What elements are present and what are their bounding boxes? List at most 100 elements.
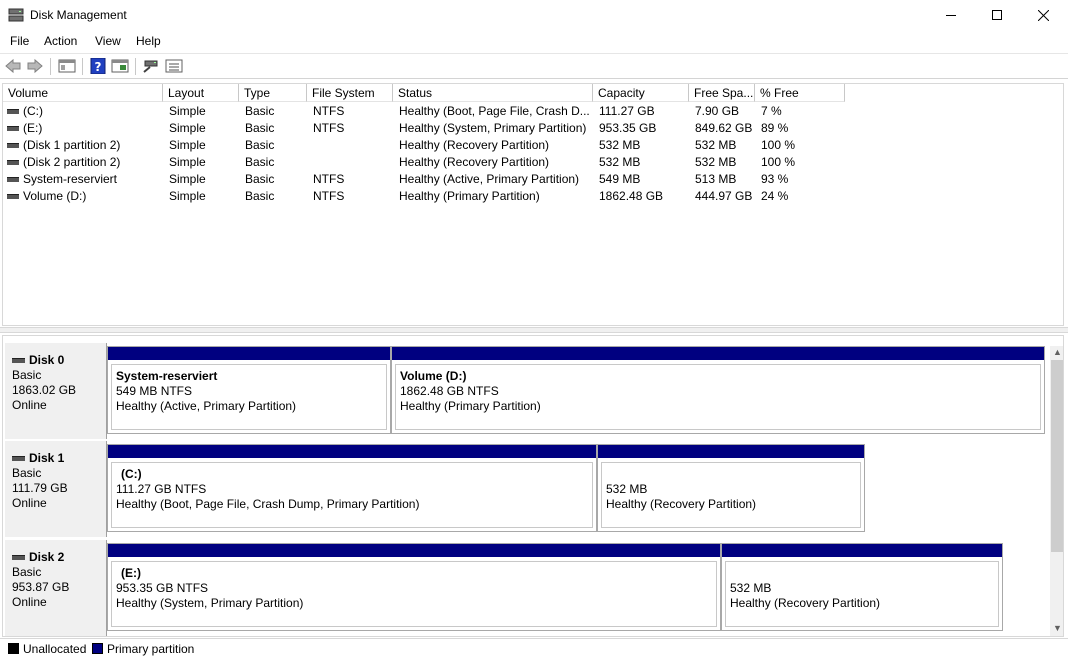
disk-2-size: 953.87 GB xyxy=(12,580,70,594)
scroll-down-icon[interactable]: ▼ xyxy=(1050,622,1063,634)
forward-icon[interactable] xyxy=(26,58,44,74)
col-file-system[interactable]: File System xyxy=(307,84,393,102)
disk-1-partition-recovery[interactable]: 532 MB Healthy (Recovery Partition) xyxy=(597,444,865,532)
title-bar: Disk Management xyxy=(0,0,1068,30)
disk-management-app-icon xyxy=(8,8,24,22)
cell-capacity: 532 MB xyxy=(599,155,641,169)
col-free-space[interactable]: Free Spa... xyxy=(689,84,755,102)
volume-icon xyxy=(7,160,19,165)
cell-fs: NTFS xyxy=(313,172,345,186)
disk-1-label[interactable]: Disk 1 Basic 111.79 GB Online xyxy=(5,441,107,537)
partition-name: (E:) xyxy=(121,566,141,580)
menu-file[interactable]: File xyxy=(10,34,29,48)
cell-capacity: 1862.48 GB xyxy=(599,189,664,203)
disk-0-partition-system-reserved[interactable]: System-reserviert 549 MB NTFS Healthy (A… xyxy=(107,346,391,434)
cell-volume: (C:) xyxy=(23,104,43,118)
cell-status: Healthy (Boot, Page File, Crash D... xyxy=(399,104,589,118)
connect-icon[interactable] xyxy=(142,58,160,74)
disk-2-label[interactable]: Disk 2 Basic 953.87 GB Online xyxy=(5,540,107,636)
disk-0-label[interactable]: Disk 0 Basic 1863.02 GB Online xyxy=(5,343,107,439)
disk-icon xyxy=(12,358,25,363)
disk-2-partition-recovery[interactable]: 532 MB Healthy (Recovery Partition) xyxy=(721,543,1003,631)
maximize-button[interactable] xyxy=(974,0,1020,30)
cell-type: Basic xyxy=(245,189,275,203)
help-icon[interactable]: ? xyxy=(89,58,107,74)
disk-1-state: Online xyxy=(12,496,47,510)
legend-primary-partition: Primary partition xyxy=(107,642,195,656)
table-row[interactable]: (Disk 2 partition 2) Simple Basic Healthy (… xyxy=(3,154,1063,171)
minimize-icon xyxy=(946,14,956,16)
pane-splitter[interactable] xyxy=(0,327,1068,333)
partition-status: Healthy (System, Primary Partition) xyxy=(116,596,304,610)
col-volume[interactable]: Volume xyxy=(3,84,163,102)
disk-0-size: 1863.02 GB xyxy=(12,383,77,397)
cell-volume: (Disk 1 partition 2) xyxy=(23,138,121,152)
primary-partition-swatch xyxy=(92,643,103,654)
col-status[interactable]: Status xyxy=(393,84,593,102)
partition-name xyxy=(730,566,994,581)
table-row[interactable]: (E:) Simple Basic NTFS Healthy (System, Prim… xyxy=(3,120,1063,137)
disk-0-type: Basic xyxy=(12,368,42,382)
partition-size: 532 MB xyxy=(606,482,648,496)
cell-pct: 7 % xyxy=(761,104,782,118)
back-icon[interactable] xyxy=(4,58,22,74)
cell-free: 849.62 GB xyxy=(695,121,753,135)
cell-volume: (E:) xyxy=(23,121,43,135)
table-row[interactable]: Volume (D:) Simple Basic NTFS Healthy (Prima… xyxy=(3,188,1063,205)
partition-status: Healthy (Boot, Page File, Crash Dump, Pr… xyxy=(116,497,420,511)
col-percent-free[interactable]: % Free xyxy=(755,84,845,102)
cell-status: Healthy (System, Primary Partition) xyxy=(399,121,587,135)
cell-pct: 93 % xyxy=(761,172,789,186)
disk-1-name: Disk 1 xyxy=(29,451,65,465)
partition-name: (C:) xyxy=(121,467,142,481)
close-button[interactable] xyxy=(1020,0,1066,30)
cell-fs: NTFS xyxy=(313,121,345,135)
console-list-icon[interactable] xyxy=(165,58,183,74)
partition-size: 1862.48 GB NTFS xyxy=(400,384,499,398)
col-type[interactable]: Type xyxy=(239,84,307,102)
cell-capacity: 549 MB xyxy=(599,172,641,186)
disk-0-partition-volume-d[interactable]: Volume (D:) 1862.48 GB NTFS Healthy (Pri… xyxy=(391,346,1045,434)
partition-body: (E:) 953.35 GB NTFS Healthy (System, Pri… xyxy=(111,561,717,627)
primary-partition-bar xyxy=(598,445,864,458)
cell-layout: Simple xyxy=(169,121,206,135)
partition-status: Healthy (Primary Partition) xyxy=(400,399,541,413)
volume-icon xyxy=(7,177,19,182)
disk-0-state: Online xyxy=(12,398,47,412)
menu-help[interactable]: Help xyxy=(136,34,161,48)
primary-partition-bar xyxy=(108,544,720,557)
cell-layout: Simple xyxy=(169,138,206,152)
disk-1-size: 111.79 GB xyxy=(12,481,68,495)
disk-2-state: Online xyxy=(12,595,47,609)
cell-type: Basic xyxy=(245,104,275,118)
menu-view[interactable]: View xyxy=(95,34,121,48)
table-row[interactable]: System-reserviert Simple Basic NTFS Healthy … xyxy=(3,171,1063,188)
properties-icon[interactable] xyxy=(111,58,129,74)
cell-layout: Simple xyxy=(169,172,206,186)
scrollbar-thumb[interactable] xyxy=(1051,360,1063,552)
scroll-up-icon[interactable]: ▲ xyxy=(1050,346,1063,358)
disk-map: Disk 0 Basic 1863.02 GB Online System-re… xyxy=(2,335,1064,637)
cell-status: Healthy (Active, Primary Partition) xyxy=(399,172,580,186)
minimize-button[interactable] xyxy=(928,0,974,30)
disk-2-name: Disk 2 xyxy=(29,550,65,564)
table-row[interactable]: (Disk 1 partition 2) Simple Basic Healthy (… xyxy=(3,137,1063,154)
disk-1-type: Basic xyxy=(12,466,42,480)
disk-2-partition-e[interactable]: (E:) 953.35 GB NTFS Healthy (System, Pri… xyxy=(107,543,721,631)
partition-body: System-reserviert 549 MB NTFS Healthy (A… xyxy=(111,364,387,430)
col-capacity[interactable]: Capacity xyxy=(593,84,689,102)
show-hide-console-tree-icon[interactable] xyxy=(58,58,76,74)
disk-1-partition-c[interactable]: (C:) 111.27 GB NTFS Healthy (Boot, Page … xyxy=(107,444,597,532)
partition-body: (C:) 111.27 GB NTFS Healthy (Boot, Page … xyxy=(111,462,593,528)
menu-action[interactable]: Action xyxy=(44,34,77,48)
volume-icon xyxy=(7,194,19,199)
disk-0-name-row: Disk 0 xyxy=(12,353,106,368)
table-row[interactable]: (C:) Simple Basic NTFS Healthy (Boot, Page F… xyxy=(3,103,1063,120)
partition-size: 111.27 GB NTFS xyxy=(116,482,207,496)
disk-map-scrollbar[interactable]: ▲ ▼ xyxy=(1050,346,1063,636)
cell-pct: 100 % xyxy=(761,155,796,169)
col-layout[interactable]: Layout xyxy=(163,84,239,102)
cell-layout: Simple xyxy=(169,104,206,118)
partition-size: 953.35 GB NTFS xyxy=(116,581,209,595)
unallocated-swatch xyxy=(8,643,19,654)
